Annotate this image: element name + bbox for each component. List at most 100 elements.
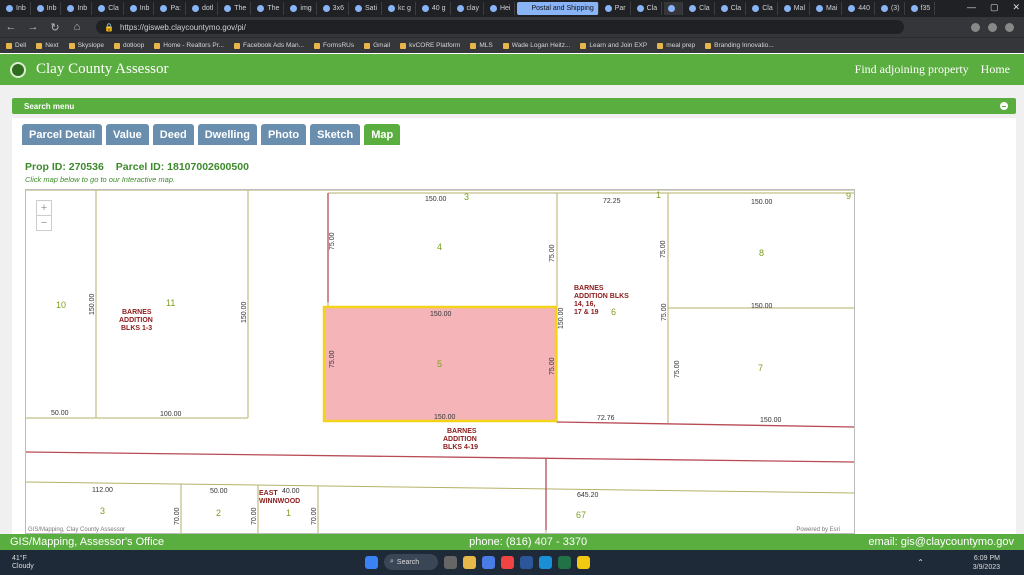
browser-tab[interactable]: Par <box>601 2 631 15</box>
minimize-button[interactable]: — <box>967 2 976 13</box>
footer-email[interactable]: email: gis@claycountymo.gov <box>868 536 1014 548</box>
browser-tab[interactable]: Postal and Shipping <box>517 2 599 15</box>
parcel-map[interactable]: 3 1 9 4 8 10 11 6 5 7 3 2 1 67 150.00 72… <box>25 189 855 534</box>
browser-tab[interactable] <box>664 2 684 15</box>
tab-favicon-icon <box>783 5 791 12</box>
browser-tab[interactable]: The <box>220 2 252 15</box>
excel-icon[interactable] <box>558 555 571 569</box>
browser-tab[interactable]: Hei <box>486 2 516 15</box>
bookmark-item[interactable]: Branding Innovatio... <box>705 42 774 49</box>
parcel-map-svg[interactable]: 3 1 9 4 8 10 11 6 5 7 3 2 1 67 150.00 72… <box>26 190 855 534</box>
county-seal-icon[interactable] <box>10 61 26 78</box>
edge-icon[interactable] <box>539 555 552 569</box>
extension-icon[interactable] <box>971 22 980 32</box>
browser-tab[interactable]: 3x6 <box>319 2 349 15</box>
browser-tab[interactable]: kc g <box>384 2 416 15</box>
zoom-app-icon[interactable] <box>482 555 495 569</box>
browser-tab[interactable]: 440 <box>844 2 875 15</box>
home-icon[interactable]: ⌂ <box>66 21 88 33</box>
forward-icon[interactable]: → <box>22 21 44 33</box>
browser-tab[interactable]: Cla <box>717 2 747 15</box>
chrome-icon[interactable] <box>501 555 514 569</box>
dimension-label: 150.00 <box>430 311 452 318</box>
dimension-label: 70.00 <box>311 507 318 525</box>
tab-label: Pa: <box>170 5 181 12</box>
search-menu-bar[interactable]: Search menu <box>12 98 1016 114</box>
browser-tab[interactable]: The <box>253 2 285 15</box>
browser-tab[interactable]: Cla <box>633 2 663 15</box>
sticky-notes-icon[interactable] <box>577 555 590 569</box>
tab-value[interactable]: Value <box>106 124 149 145</box>
browser-tab[interactable]: Inb <box>33 2 62 15</box>
browser-tab[interactable]: Mai <box>812 2 843 15</box>
tab-favicon-icon <box>720 5 728 12</box>
parcel-ids: Prop ID: 270536 Parcel ID: 1810700260050… <box>25 161 249 173</box>
tab-favicon-icon <box>290 5 298 12</box>
task-view-icon[interactable] <box>444 555 457 569</box>
home-link[interactable]: Home <box>981 62 1010 77</box>
browser-tab[interactable]: Cla <box>94 2 124 15</box>
close-button[interactable]: ✕ <box>1012 2 1020 13</box>
bookmark-item[interactable]: dotloop <box>113 42 144 49</box>
browser-tab[interactable]: Inb <box>126 2 155 15</box>
bookmark-item[interactable]: Skyslope <box>68 42 104 49</box>
zoom-out-button[interactable]: − <box>37 215 51 230</box>
word-icon[interactable] <box>520 555 533 569</box>
browser-tab[interactable]: Cla <box>685 2 715 15</box>
back-icon[interactable]: ← <box>0 21 22 33</box>
tab-photo[interactable]: Photo <box>260 124 307 145</box>
start-icon[interactable] <box>365 555 378 569</box>
bookmark-item[interactable]: Gmail <box>364 42 390 49</box>
reload-icon[interactable]: ↻ <box>44 21 66 34</box>
tab-map[interactable]: Map <box>364 124 401 145</box>
profile-icon[interactable] <box>1005 22 1014 32</box>
bookmark-item[interactable]: meal prep <box>657 42 695 49</box>
browser-tab[interactable]: Inb <box>2 2 31 15</box>
bookmark-item[interactable]: Home - Realtors Pr... <box>154 42 224 49</box>
bookmark-item[interactable]: Facebook Ads Man... <box>233 42 305 49</box>
browser-tab[interactable]: Sati <box>351 2 383 15</box>
zoom-in-button[interactable]: + <box>37 201 51 215</box>
tab-deed[interactable]: Deed <box>152 124 194 145</box>
tab-favicon-icon <box>752 5 760 12</box>
maximize-button[interactable]: ▢ <box>990 2 999 13</box>
bookmark-item[interactable]: Learn and Join EXP <box>580 42 647 49</box>
browser-tab[interactable]: Inb <box>63 2 93 15</box>
browser-tab[interactable]: clay <box>453 2 484 15</box>
tab-parcel-detail[interactable]: Parcel Detail <box>22 124 103 145</box>
bookmark-item[interactable]: Dell <box>6 42 26 49</box>
bookmark-item[interactable]: Next <box>36 42 59 49</box>
tab-sketch[interactable]: Sketch <box>310 124 361 145</box>
app-title[interactable]: Clay County Assessor <box>36 61 169 78</box>
tab-dwelling[interactable]: Dwelling <box>197 124 257 145</box>
browser-tab[interactable]: Cla <box>748 2 778 15</box>
weather-widget[interactable]: 41°F Cloudy <box>12 555 34 571</box>
bookmark-label: FormsRUs <box>323 42 355 49</box>
system-tray-icon[interactable]: ⌃ <box>917 558 924 567</box>
bookmark-item[interactable]: MLS <box>470 42 493 49</box>
taskbar-search[interactable]: ⌕ Search <box>384 554 438 570</box>
tab-favicon-icon <box>129 5 137 12</box>
browser-tab[interactable]: 40 g <box>418 2 451 15</box>
bookmark-label: Facebook Ads Man... <box>242 42 305 49</box>
tab-label: Mal <box>793 5 805 12</box>
search-menu-label: Search menu <box>24 101 75 111</box>
browser-tab[interactable]: f35 <box>907 2 936 15</box>
browser-tab[interactable]: img <box>286 2 317 15</box>
bookmark-item[interactable]: FormsRUs <box>314 42 354 49</box>
url-input[interactable]: 🔒 https://gisweb.claycountymo.gov/pi/ <box>96 20 904 34</box>
browser-tab[interactable]: Pa: <box>156 2 186 15</box>
file-explorer-icon[interactable] <box>463 555 476 569</box>
bookmark-item[interactable]: Wade Logan Heitz... <box>502 42 570 49</box>
lock-icon: 🔒 <box>104 22 114 32</box>
collapse-icon[interactable] <box>1000 102 1008 110</box>
browser-tab[interactable]: (3) <box>877 2 905 15</box>
lot-number: 8 <box>759 248 764 258</box>
browser-tab[interactable]: Mal <box>780 2 810 15</box>
map-hint: Click map below to go to our Interactive… <box>25 175 176 184</box>
extension-icon[interactable] <box>988 22 997 32</box>
find-adjoining-link[interactable]: Find adjoining property <box>855 62 969 77</box>
bookmark-item[interactable]: kvCORE Platform <box>400 42 460 49</box>
browser-tab[interactable]: dotl <box>188 2 219 15</box>
clock[interactable]: 6:09 PM 3/9/2023 <box>973 554 1000 572</box>
